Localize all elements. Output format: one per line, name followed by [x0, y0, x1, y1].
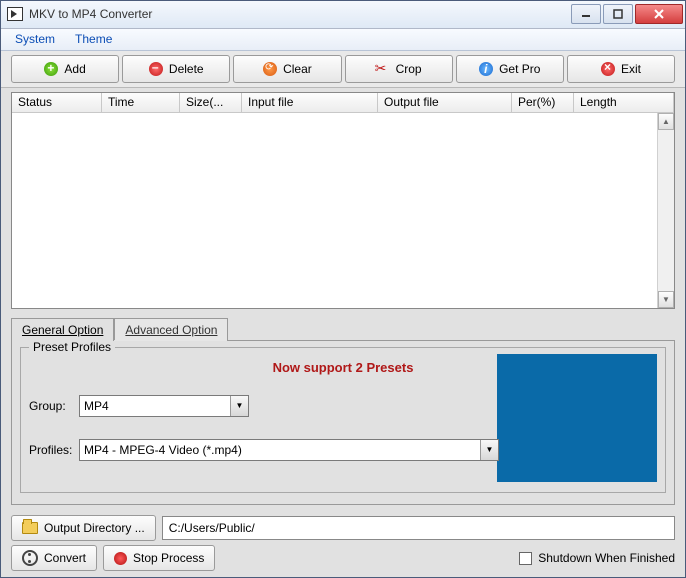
chevron-down-icon: ▼ — [230, 396, 248, 416]
info-icon — [479, 62, 493, 76]
preset-legend: Preset Profiles — [29, 340, 115, 354]
tab-panel: Preset Profiles Now support 2 Presets Gr… — [11, 340, 675, 505]
tab-general[interactable]: General Option — [11, 318, 114, 341]
crop-button[interactable]: Crop — [345, 55, 453, 83]
folder-icon — [22, 522, 38, 534]
plus-icon — [44, 62, 58, 76]
titlebar[interactable]: MKV to MP4 Converter — [1, 1, 685, 29]
output-directory-label: Output Directory ... — [44, 521, 145, 535]
delete-button[interactable]: Delete — [122, 55, 230, 83]
maximize-button[interactable] — [603, 4, 633, 24]
col-per[interactable]: Per(%) — [512, 93, 574, 112]
group-select[interactable]: MP4 ▼ — [79, 395, 249, 417]
col-length[interactable]: Length — [574, 93, 674, 112]
menubar: System Theme — [1, 29, 685, 51]
delete-label: Delete — [169, 62, 204, 76]
preset-profiles-group: Preset Profiles Now support 2 Presets Gr… — [20, 347, 666, 493]
toolbar: Add Delete Clear Crop Get Pro Exit — [1, 51, 685, 88]
menu-theme[interactable]: Theme — [65, 30, 122, 48]
film-reel-icon — [22, 550, 38, 566]
tab-advanced[interactable]: Advanced Option — [114, 318, 228, 341]
clear-button[interactable]: Clear — [233, 55, 341, 83]
col-size[interactable]: Size(... — [180, 93, 242, 112]
profiles-select[interactable]: MP4 - MPEG-4 Video (*.mp4) ▼ — [79, 439, 499, 461]
minimize-button[interactable] — [571, 4, 601, 24]
getpro-button[interactable]: Get Pro — [456, 55, 564, 83]
stop-icon — [114, 552, 127, 565]
preview-pane — [497, 354, 657, 482]
stop-button[interactable]: Stop Process — [103, 545, 215, 571]
getpro-label: Get Pro — [499, 62, 540, 76]
convert-button[interactable]: Convert — [11, 545, 97, 571]
add-button[interactable]: Add — [11, 55, 119, 83]
option-tabs: General Option Advanced Option — [11, 317, 675, 340]
col-input[interactable]: Input file — [242, 93, 378, 112]
scissors-icon — [376, 62, 390, 76]
app-icon — [7, 7, 23, 21]
output-directory-button[interactable]: Output Directory ... — [11, 515, 156, 541]
group-value: MP4 — [84, 399, 109, 413]
shutdown-label: Shutdown When Finished — [538, 551, 675, 565]
profiles-label: Profiles: — [29, 443, 79, 457]
app-window: MKV to MP4 Converter System Theme Add De… — [0, 0, 686, 578]
close-icon — [601, 62, 615, 76]
scroll-down[interactable]: ▼ — [658, 291, 674, 308]
output-path-input[interactable]: C:/Users/Public/ — [162, 516, 675, 540]
col-status[interactable]: Status — [12, 93, 102, 112]
crop-label: Crop — [396, 62, 422, 76]
refresh-icon — [263, 62, 277, 76]
stop-label: Stop Process — [133, 551, 204, 565]
list-body[interactable]: ▲ ▼ — [12, 113, 674, 308]
close-button[interactable] — [635, 4, 683, 24]
exit-button[interactable]: Exit — [567, 55, 675, 83]
exit-label: Exit — [621, 62, 641, 76]
col-output[interactable]: Output file — [378, 93, 512, 112]
output-path-value: C:/Users/Public/ — [169, 521, 255, 535]
clear-label: Clear — [283, 62, 312, 76]
group-label: Group: — [29, 399, 79, 413]
shutdown-checkbox[interactable] — [519, 552, 532, 565]
chevron-down-icon: ▼ — [480, 440, 498, 460]
add-label: Add — [64, 62, 85, 76]
col-time[interactable]: Time — [102, 93, 180, 112]
list-header: Status Time Size(... Input file Output f… — [12, 93, 674, 113]
scroll-up[interactable]: ▲ — [658, 113, 674, 130]
scrollbar[interactable]: ▲ ▼ — [657, 113, 674, 308]
convert-label: Convert — [44, 551, 86, 565]
file-list[interactable]: Status Time Size(... Input file Output f… — [11, 92, 675, 309]
footer: Convert Stop Process Shutdown When Finis… — [11, 545, 675, 571]
minus-icon — [149, 62, 163, 76]
profiles-value: MP4 - MPEG-4 Video (*.mp4) — [84, 443, 242, 457]
menu-system[interactable]: System — [5, 30, 65, 48]
output-bar: Output Directory ... C:/Users/Public/ — [11, 511, 675, 545]
window-title: MKV to MP4 Converter — [29, 7, 569, 21]
